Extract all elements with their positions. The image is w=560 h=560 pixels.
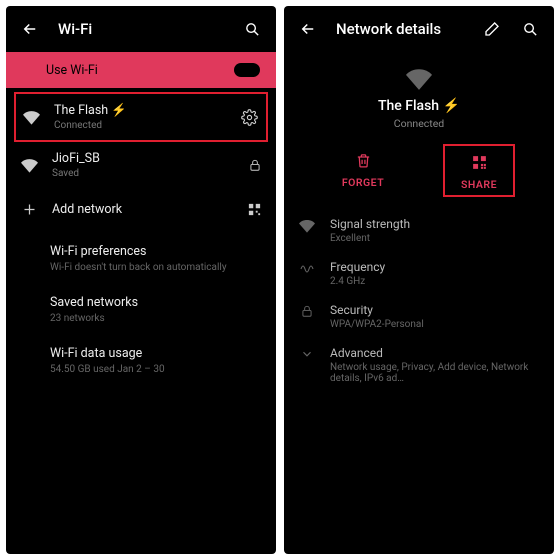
use-wifi-toggle-row[interactable]: Use Wi-Fi	[6, 52, 276, 88]
qr-icon	[469, 152, 489, 172]
wifi-settings-screen: Wi-Fi Use Wi-Fi The Flash ⚡ Connected Ji…	[6, 6, 276, 554]
saved-networks-item[interactable]: Saved networks 23 networks	[6, 287, 276, 332]
trash-icon	[353, 150, 373, 170]
network-name: The Flash ⚡	[54, 103, 227, 118]
back-arrow-icon[interactable]	[298, 19, 318, 39]
network-row-the-flash[interactable]: The Flash ⚡ Connected	[14, 92, 268, 142]
frequency-row: Frequency 2.4 GHz	[284, 252, 554, 295]
gear-icon[interactable]	[241, 109, 258, 126]
back-arrow-icon[interactable]	[20, 19, 40, 39]
search-icon[interactable]	[242, 19, 262, 39]
action-row: FORGET SHARE	[284, 150, 554, 193]
wifi-icon	[298, 218, 316, 234]
network-details-screen: Network details The Flash ⚡ Connected FO…	[284, 6, 554, 554]
wifi-icon	[284, 66, 554, 92]
wifi-toggle-switch[interactable]	[234, 63, 260, 77]
network-status: Connected	[54, 120, 227, 131]
frequency-icon	[298, 261, 316, 277]
search-icon[interactable]	[520, 19, 540, 39]
lock-icon	[248, 158, 262, 172]
signal-strength-row: Signal strength Excellent	[284, 209, 554, 252]
details-header: Network details	[284, 6, 554, 52]
add-network-label: Add network	[52, 202, 233, 217]
network-name: The Flash ⚡	[284, 98, 554, 114]
network-hero: The Flash ⚡ Connected	[284, 52, 554, 136]
share-label: SHARE	[461, 178, 497, 191]
qr-scan-icon[interactable]	[247, 202, 262, 217]
network-status: Connected	[284, 117, 554, 130]
wifi-preferences-item[interactable]: Wi-Fi preferences Wi-Fi doesn't turn bac…	[6, 236, 276, 281]
network-name: JioFi_SB	[52, 151, 234, 166]
wifi-data-usage-item[interactable]: Wi-Fi data usage 54.50 GB used Jan 2 – 3…	[6, 338, 276, 383]
page-title: Network details	[336, 20, 441, 38]
security-row: Security WPA/WPA2-Personal	[284, 295, 554, 338]
page-title: Wi-Fi	[58, 20, 92, 38]
use-wifi-label: Use Wi-Fi	[46, 63, 98, 78]
network-status: Saved	[52, 168, 234, 179]
lock-icon	[298, 304, 316, 318]
share-button[interactable]: SHARE	[443, 144, 515, 197]
edit-icon[interactable]	[482, 19, 502, 39]
plus-icon	[20, 202, 38, 217]
chevron-down-icon	[298, 347, 316, 361]
advanced-row[interactable]: Advanced Network usage, Privacy, Add dev…	[284, 338, 554, 392]
network-row-jiofi[interactable]: JioFi_SB Saved	[6, 142, 276, 188]
wifi-icon	[22, 109, 40, 126]
forget-button[interactable]: FORGET	[327, 150, 399, 193]
add-network-row[interactable]: Add network	[6, 188, 276, 230]
forget-label: FORGET	[342, 176, 384, 189]
wifi-header: Wi-Fi	[6, 6, 276, 52]
wifi-icon	[20, 157, 38, 174]
